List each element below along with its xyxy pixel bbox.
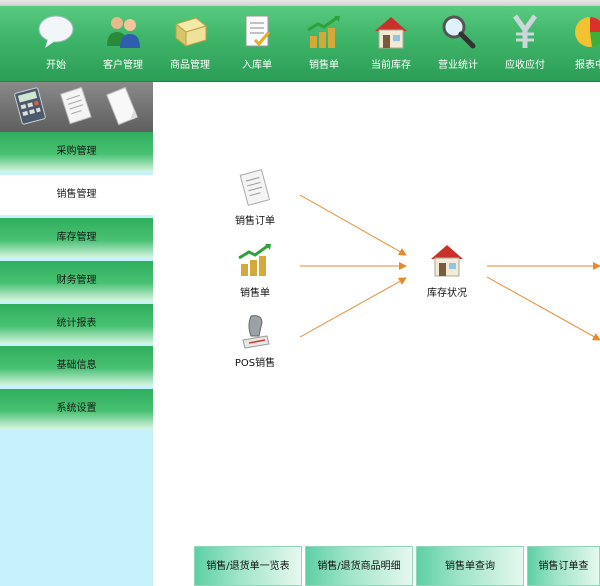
sales-order-query-button[interactable]: 销售订单查 <box>527 546 600 586</box>
sidebar-item-finance[interactable]: 财务管理 <box>0 261 153 301</box>
toolbar-inventory-button[interactable]: 当前库存 <box>361 10 421 78</box>
sidebar-item-purchase[interactable]: 采购管理 <box>0 132 153 172</box>
toolbar-report-button[interactable]: 报表中 <box>560 10 600 78</box>
toolbar-customer-button[interactable]: 客户管理 <box>93 10 153 78</box>
coins-chart-icon <box>307 15 340 48</box>
house-icon <box>375 17 407 49</box>
document-icon <box>239 169 271 206</box>
sidebar-item-inventory[interactable]: 库存管理 <box>0 218 153 258</box>
coins-chart-icon <box>238 243 271 276</box>
sales-return-list-button[interactable]: 销售/退货单一览表 <box>194 546 302 586</box>
toolbar-stockin-button[interactable]: 入库单 <box>227 10 287 78</box>
checklist-icon <box>245 15 271 47</box>
arrow-pos-to-inventory <box>299 277 407 338</box>
magnifier-icon <box>442 15 476 49</box>
flow-arrows <box>299 194 600 341</box>
flow-node-sales-slip[interactable]: 销售单 <box>225 240 285 299</box>
main-panel: 销售订单 销售单 POS销售 库存状况 销售/退货单一览表 销售/退货商品明细 … <box>153 82 600 586</box>
sales-return-detail-button[interactable]: 销售/退货商品明细 <box>305 546 413 586</box>
sidebar-item-reports[interactable]: 统计报表 <box>0 304 153 344</box>
arrow-order-to-inventory <box>299 194 407 256</box>
chat-bubble-icon <box>38 15 74 48</box>
sidebar: 采购管理 销售管理 库存管理 财务管理 统计报表 基础信息 系统设置 <box>0 82 153 586</box>
pie-chart-icon <box>575 17 600 47</box>
flow-node-pos-sales[interactable]: POS销售 <box>225 310 285 369</box>
books-icon <box>174 17 208 48</box>
main-toolbar: 开始 客户管理 商品管理 入库单 销售单 当前库存 营业统计 应收应付 报表 <box>0 0 600 82</box>
barcode-scanner-icon <box>242 315 270 349</box>
flow-node-inventory-status[interactable]: 库存状况 <box>417 240 477 299</box>
sidebar-item-settings[interactable]: 系统设置 <box>0 389 153 429</box>
sales-slip-query-button[interactable]: 销售单查询 <box>416 546 524 586</box>
arrow-inventory-right-bottom <box>486 276 600 341</box>
paper-icon <box>106 86 138 126</box>
document-icon <box>59 86 92 125</box>
users-icon <box>107 17 140 48</box>
calculator-icon <box>14 87 46 125</box>
sidebar-header <box>0 82 153 132</box>
toolbar-stats-button[interactable]: 营业统计 <box>428 10 488 78</box>
toolbar-start-button[interactable]: 开始 <box>26 10 86 78</box>
house-icon <box>431 245 463 277</box>
toolbar-product-button[interactable]: 商品管理 <box>160 10 220 78</box>
sidebar-item-basic-info[interactable]: 基础信息 <box>0 346 153 386</box>
sidebar-item-sales[interactable]: 销售管理 <box>0 175 153 215</box>
yen-icon <box>512 14 538 48</box>
toolbar-sales-button[interactable]: 销售单 <box>294 10 354 78</box>
toolbar-receivable-button[interactable]: 应收应付 <box>495 10 555 78</box>
flow-node-sales-order[interactable]: 销售订单 <box>225 168 285 227</box>
